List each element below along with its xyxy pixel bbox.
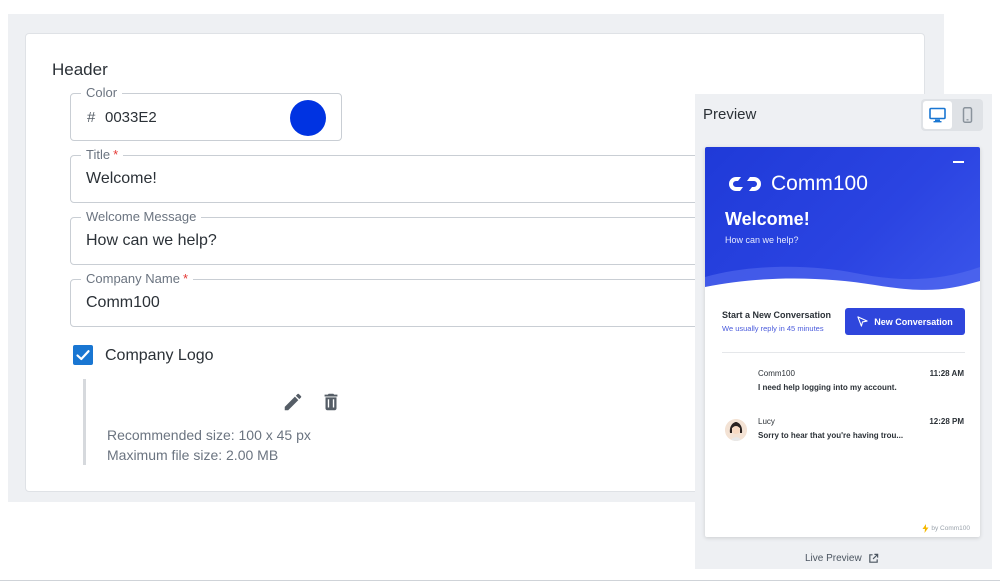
live-preview-link[interactable]: Live Preview — [805, 553, 879, 564]
company-logo-checkbox[interactable] — [73, 345, 93, 365]
mobile-icon — [962, 107, 973, 123]
new-conversation-button[interactable]: New Conversation — [845, 308, 965, 335]
brand-logo: Comm100 — [725, 171, 868, 197]
hash-symbol: # — [87, 109, 96, 126]
new-conversation-label: New Conversation — [874, 316, 953, 327]
brand-name: Comm100 — [771, 172, 868, 195]
start-conversation-title: Start a New Conversation — [722, 310, 832, 320]
color-label: Color — [81, 85, 123, 101]
welcome-message-label: Welcome Message — [81, 209, 202, 225]
color-field[interactable]: Color # 0033E2 — [70, 85, 342, 141]
conversation-item[interactable]: Comm100 11:28 AM I need help logging int… — [705, 369, 980, 399]
send-icon — [857, 316, 868, 327]
logo-section-rail — [83, 379, 86, 465]
widget-title: Welcome! — [725, 209, 810, 229]
comm100-logo-icon — [729, 177, 761, 191]
title-label: Title * — [81, 147, 124, 163]
header-wave — [705, 266, 980, 297]
minimize-button[interactable] — [953, 161, 964, 163]
title-value[interactable]: Welcome! — [86, 170, 157, 188]
check-icon — [76, 350, 90, 361]
recommended-size-hint: Recommended size: 100 x 45 px — [107, 427, 311, 443]
widget-subtitle: How can we help? — [725, 235, 799, 245]
lightning-icon — [922, 524, 929, 533]
color-hex-value[interactable]: 0033E2 — [105, 109, 157, 126]
color-swatch[interactable] — [290, 100, 326, 136]
section-title: Header — [52, 60, 108, 79]
pencil-icon — [284, 393, 302, 411]
bottom-border — [0, 580, 1000, 581]
required-mark: * — [113, 147, 119, 162]
message-time: 12:28 PM — [929, 417, 964, 426]
company-name-label: Company Name * — [81, 271, 193, 287]
edit-logo-button[interactable] — [282, 391, 304, 413]
chat-widget-preview: Comm100 Welcome! How can we help? Start … — [705, 147, 980, 537]
required-mark: * — [182, 271, 188, 286]
welcome-message-field[interactable]: Welcome Message How can we help? — [70, 209, 710, 265]
max-file-size-hint: Maximum file size: 2.00 MB — [107, 447, 279, 463]
delete-logo-button[interactable] — [320, 391, 342, 413]
preview-title: Preview — [703, 106, 757, 123]
trash-icon — [324, 393, 338, 411]
powered-by-text: by Comm100 — [931, 525, 970, 532]
title-field[interactable]: Title * Welcome! — [70, 147, 710, 203]
sender-name: Comm100 — [758, 369, 795, 378]
message-text: Sorry to hear that you're having trou... — [758, 431, 904, 440]
reply-time-text: We usually reply in 45 minutes — [722, 324, 824, 333]
divider — [722, 352, 965, 353]
powered-by: by Comm100 — [922, 524, 970, 533]
company-name-value[interactable]: Comm100 — [86, 294, 160, 312]
desktop-icon — [929, 107, 946, 123]
external-link-icon — [868, 553, 878, 563]
company-name-field[interactable]: Company Name * Comm100 — [70, 271, 710, 327]
conversation-item[interactable]: Lucy 12:28 PM Sorry to hear that you're … — [705, 417, 980, 447]
preview-panel: Preview Comm100 Welcome! How can we help… — [695, 94, 992, 569]
welcome-message-value[interactable]: How can we help? — [86, 232, 217, 250]
widget-header: Comm100 Welcome! How can we help? — [705, 147, 980, 297]
company-logo-label[interactable]: Company Logo — [105, 347, 214, 365]
live-preview-label: Live Preview — [805, 553, 862, 564]
message-time: 11:28 AM — [929, 369, 964, 378]
desktop-preview-button[interactable] — [923, 101, 952, 129]
sender-name: Lucy — [758, 417, 775, 426]
mobile-preview-button[interactable] — [953, 101, 982, 129]
message-text: I need help logging into my account. — [758, 383, 897, 392]
agent-avatar — [725, 419, 747, 441]
agent-avatar-icon — [725, 419, 747, 441]
device-toggle — [921, 99, 983, 131]
